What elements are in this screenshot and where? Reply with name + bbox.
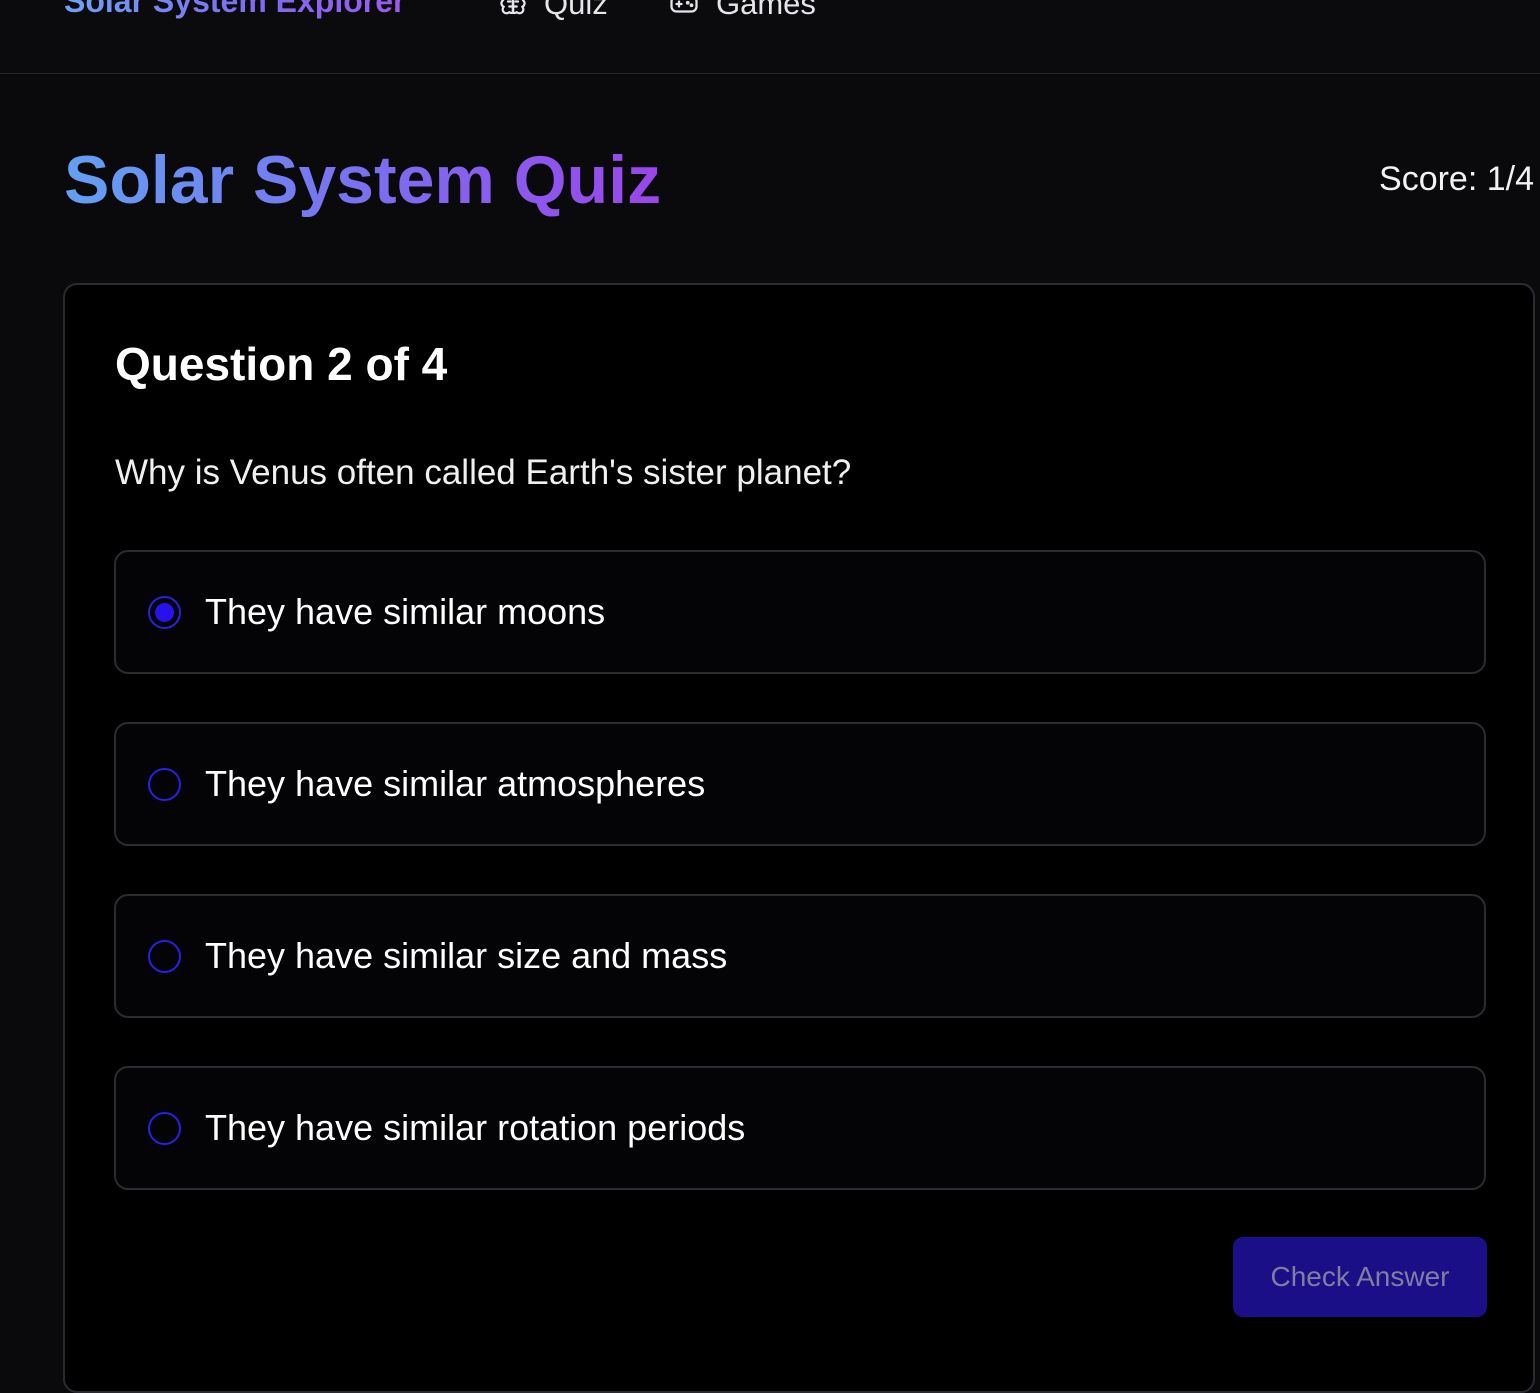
- score-display: Score: 1/4: [1379, 160, 1534, 198]
- nav-item-quiz[interactable]: Quiz: [498, 0, 608, 24]
- gamepad-icon: [668, 0, 700, 19]
- question-text: Why is Venus often called Earth's sister…: [115, 453, 852, 492]
- top-navigation: Solar System Explorer Quiz Games: [0, 0, 1540, 74]
- answer-option-label: They have similar atmospheres: [205, 763, 706, 804]
- brand-logo-text[interactable]: Solar System Explorer: [64, 0, 405, 20]
- answer-option-2[interactable]: They have similar atmospheres: [114, 722, 1486, 846]
- radio-unselected-icon[interactable]: [148, 1112, 181, 1145]
- question-heading: Question 2 of 4: [115, 338, 448, 390]
- question-card: Question 2 of 4 Why is Venus often calle…: [63, 283, 1535, 1393]
- check-answer-button[interactable]: Check Answer: [1233, 1237, 1487, 1317]
- answer-option-1[interactable]: They have similar moons: [114, 550, 1486, 674]
- nav-item-games[interactable]: Games: [668, 0, 816, 24]
- radio-unselected-icon[interactable]: [148, 768, 181, 801]
- radio-selected-icon[interactable]: [148, 596, 181, 629]
- answer-option-label: They have similar rotation periods: [205, 1107, 746, 1148]
- brain-icon: [498, 0, 528, 19]
- nav-item-label: Quiz: [544, 0, 608, 21]
- answer-option-label: They have similar moons: [205, 591, 606, 632]
- answer-option-label: They have similar size and mass: [205, 935, 728, 976]
- page-title: Solar System Quiz: [64, 140, 661, 222]
- radio-unselected-icon[interactable]: [148, 940, 181, 973]
- nav-item-label: Games: [716, 0, 816, 21]
- answer-option-3[interactable]: They have similar size and mass: [114, 894, 1486, 1018]
- answer-option-4[interactable]: They have similar rotation periods: [114, 1066, 1486, 1190]
